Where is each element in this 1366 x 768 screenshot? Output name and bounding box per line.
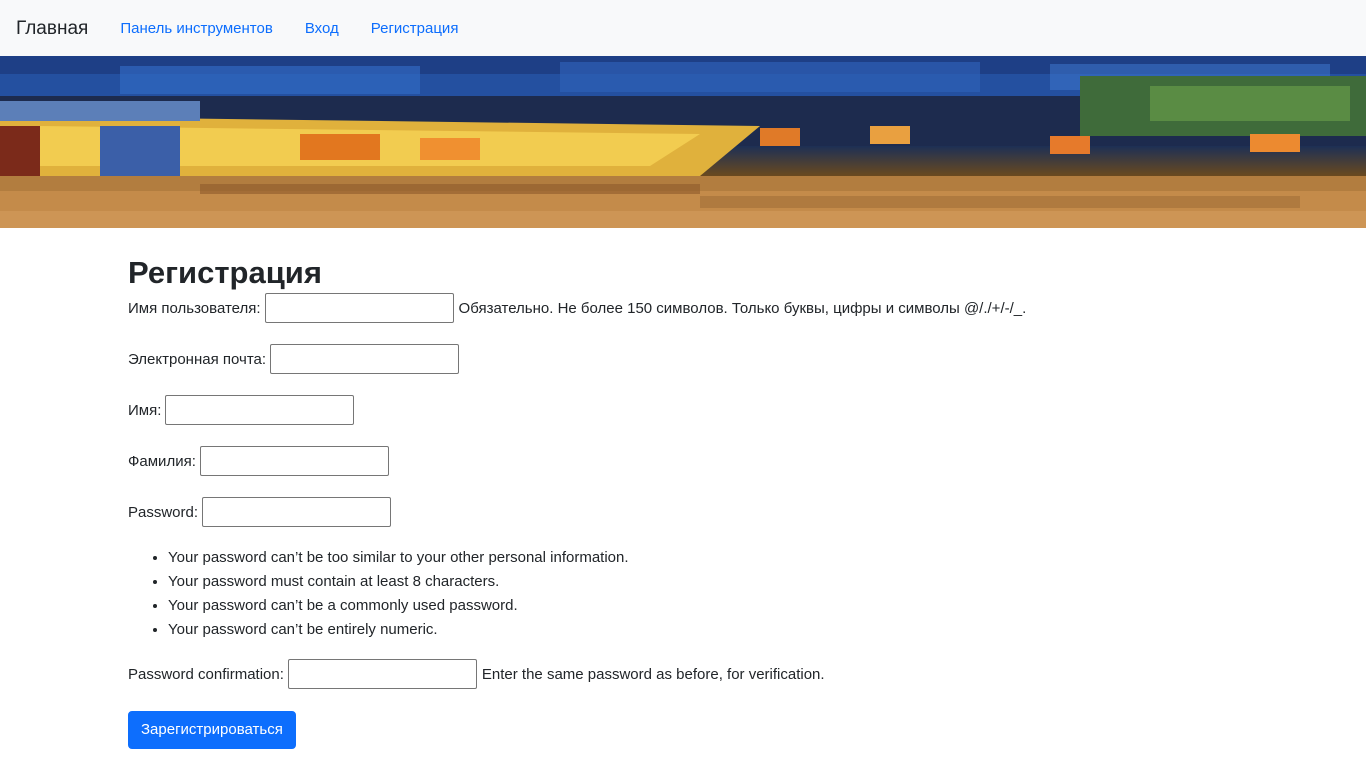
registration-container: Регистрация Имя пользователя: Обязательн… — [128, 228, 1228, 749]
page-title: Регистрация — [128, 255, 322, 290]
registration-form: Имя пользователя: Обязательно. Не более … — [128, 293, 1228, 749]
email-row: Электронная почта: — [128, 344, 1228, 374]
password-rules-list: Your password can’t be too similar to yo… — [128, 546, 1228, 642]
password-confirm-help-text: Enter the same password as before, for v… — [481, 665, 825, 683]
password-rule-item: Your password must contain at least 8 ch… — [168, 570, 1228, 594]
top-navbar: Главная Панель инструментов Вход Регистр… — [0, 0, 1366, 56]
nav-link-dashboard[interactable]: Панель инструментов — [104, 21, 288, 36]
first-name-label: Имя: — [128, 401, 162, 419]
password-row: Password: — [128, 497, 1228, 527]
brand-home-link[interactable]: Главная — [16, 19, 88, 38]
last-name-label: Фамилия: — [128, 452, 196, 470]
username-label: Имя пользователя: — [128, 299, 261, 317]
email-input[interactable] — [270, 344, 460, 374]
last-name-input[interactable] — [199, 446, 389, 476]
header-banner-image — [0, 56, 1366, 228]
password-label: Password: — [128, 503, 199, 521]
username-help-text: Обязательно. Не более 150 символов. Толь… — [458, 299, 1027, 317]
username-input[interactable] — [264, 293, 454, 323]
first-name-input[interactable] — [165, 395, 355, 425]
first-name-row: Имя: — [128, 395, 1228, 425]
last-name-row: Фамилия: — [128, 446, 1228, 476]
password-rule-item: Your password can’t be too similar to yo… — [168, 546, 1228, 570]
email-label: Электронная почта: — [128, 350, 267, 368]
nav-link-register[interactable]: Регистрация — [355, 21, 475, 36]
password-confirm-row: Password confirmation: Enter the same pa… — [128, 659, 1228, 689]
username-row: Имя пользователя: Обязательно. Не более … — [128, 293, 1228, 323]
password-confirm-label: Password confirmation: — [128, 665, 284, 683]
register-submit-button[interactable]: Зарегистрироваться — [128, 711, 296, 749]
password-rule-item: Your password can’t be entirely numeric. — [168, 618, 1228, 642]
nav-link-login[interactable]: Вход — [289, 21, 355, 36]
password-confirm-input[interactable] — [287, 659, 477, 689]
password-input[interactable] — [202, 497, 392, 527]
password-rule-item: Your password can’t be a commonly used p… — [168, 594, 1228, 618]
